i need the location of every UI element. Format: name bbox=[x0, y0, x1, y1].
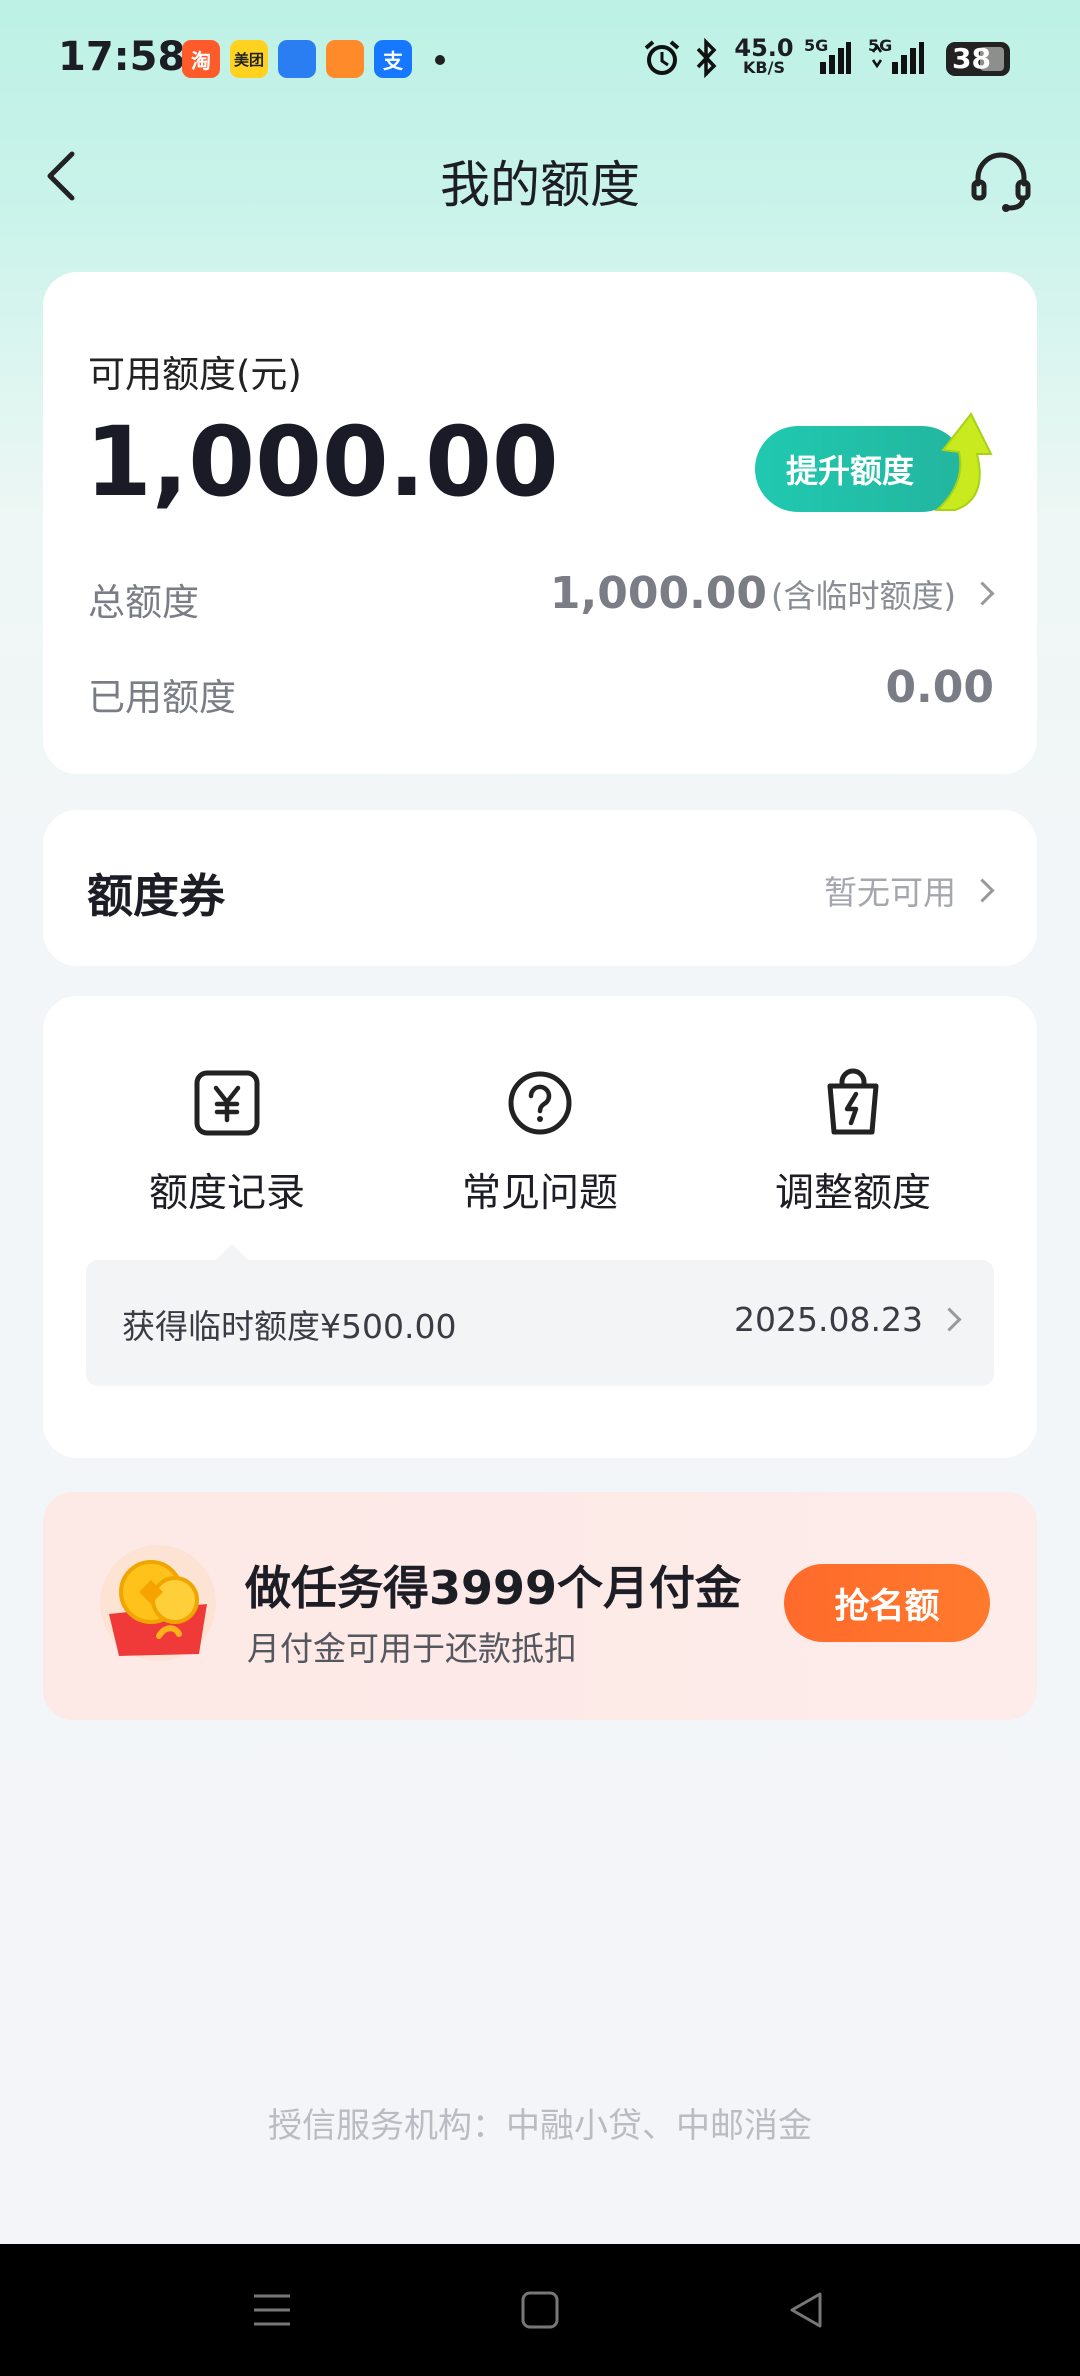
alarm-icon bbox=[644, 40, 680, 75]
total-quota-amount: 1,000.00 bbox=[549, 568, 768, 619]
status-bar: 17:58 淘 美团 支 45.0 KB/S 5G 5G 38 bbox=[0, 0, 1080, 120]
grab-spot-button[interactable]: 抢名额 bbox=[784, 1564, 990, 1642]
battery-icon: 38 bbox=[946, 42, 1010, 76]
record-text: 获得临时额度¥500.00 bbox=[122, 1307, 457, 1346]
adjust-quota-button[interactable]: 调整额度 bbox=[703, 1068, 1003, 1218]
yuan-square-icon bbox=[194, 1070, 260, 1136]
alipay-app-icon: 支 bbox=[374, 40, 412, 78]
quota-record-label: 额度记录 bbox=[148, 1171, 305, 1216]
quick-actions-card bbox=[43, 996, 1037, 1458]
credit-institution-footer: 授信服务机构：中融小贷、中邮消金 bbox=[268, 2106, 812, 2146]
menu-icon[interactable] bbox=[250, 2288, 294, 2332]
chevron-right-icon bbox=[970, 581, 995, 606]
total-quota-row[interactable]: 1,000.00 (含临时额度) bbox=[549, 568, 995, 619]
coin-gift-icon bbox=[100, 1545, 216, 1661]
page-title: 我的额度 bbox=[440, 156, 640, 214]
app-icon-blue bbox=[278, 40, 316, 78]
back-triangle-icon[interactable] bbox=[784, 2288, 828, 2332]
available-quota-amount: 1,000.00 bbox=[85, 406, 559, 518]
chevron-right-icon bbox=[970, 877, 995, 903]
notification-dot bbox=[435, 55, 445, 65]
total-quota-note: (含临时额度) bbox=[771, 576, 956, 615]
record-date: 2025.08.23 bbox=[734, 1300, 923, 1339]
record-pointer bbox=[215, 1244, 249, 1261]
quota-record-row[interactable]: 获得临时额度¥500.00 2025.08.23 bbox=[86, 1260, 994, 1386]
adjust-quota-label: 调整额度 bbox=[774, 1171, 931, 1216]
bolt-bag-icon bbox=[827, 1068, 879, 1135]
signal-icon-2 bbox=[871, 42, 924, 74]
home-square-icon[interactable] bbox=[518, 2288, 562, 2332]
bluetooth-icon bbox=[696, 38, 717, 78]
used-quota-amount: 0.00 bbox=[885, 662, 994, 713]
boost-quota-button[interactable]: 提升额度 bbox=[755, 410, 1005, 514]
up-arrow-icon bbox=[934, 412, 993, 511]
total-quota-label: 总额度 bbox=[88, 581, 199, 624]
status-time: 17:58 bbox=[58, 34, 186, 80]
system-navigation-bar bbox=[0, 2244, 1080, 2376]
quota-record-button[interactable]: 额度记录 bbox=[77, 1068, 377, 1218]
meituan-app-icon: 美团 bbox=[230, 40, 268, 78]
customer-service-headset-icon[interactable] bbox=[968, 148, 1034, 214]
question-circle-icon bbox=[508, 1071, 572, 1135]
used-quota-label: 已用额度 bbox=[88, 676, 236, 719]
promo-title: 做任务得3999个月付金 bbox=[245, 1561, 742, 1615]
net-speed: 45.0 KB/S bbox=[734, 34, 794, 77]
quota-coupon-card[interactable]: 额度券 暂无可用 bbox=[43, 810, 1037, 966]
faq-label: 常见问题 bbox=[461, 1171, 618, 1216]
signal-icon-1 bbox=[820, 42, 851, 74]
coupon-title: 额度券 bbox=[87, 869, 225, 923]
chevron-right-icon bbox=[937, 1307, 962, 1332]
promo-subtitle: 月付金可用于还款抵扣 bbox=[247, 1629, 577, 1668]
coupon-status: 暂无可用 bbox=[824, 866, 995, 914]
quota-card: 可用额度(元) 1,000.00 总额度 1,000.00 (含临时额度) 已用… bbox=[43, 272, 1037, 774]
record-date-wrap: 2025.08.23 bbox=[734, 1300, 962, 1339]
taobao-app-icon: 淘 bbox=[182, 40, 220, 78]
available-quota-label: 可用额度(元) bbox=[88, 353, 302, 396]
app-icon-orange bbox=[326, 40, 364, 78]
faq-button[interactable]: 常见问题 bbox=[390, 1068, 690, 1218]
